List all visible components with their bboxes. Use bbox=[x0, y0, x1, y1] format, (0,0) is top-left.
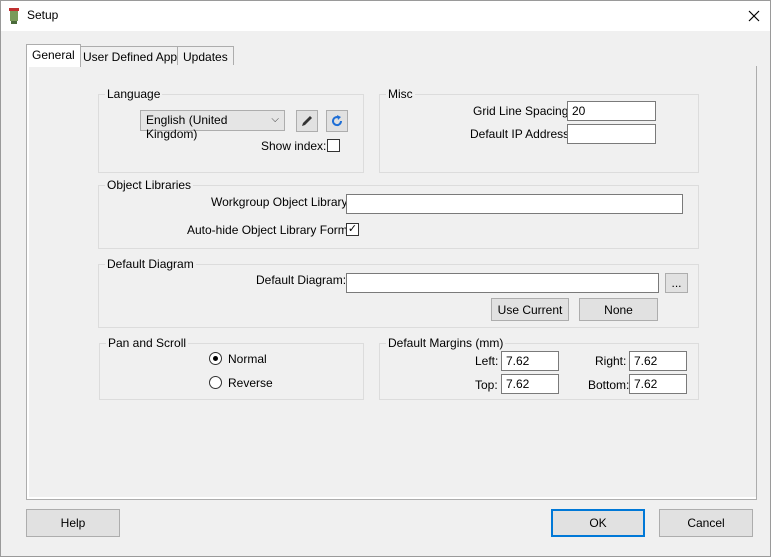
pan-scroll-group-title: Pan and Scroll bbox=[106, 336, 189, 350]
default-diagram-field[interactable] bbox=[346, 273, 659, 293]
chevron-down-icon: ⌵ bbox=[271, 114, 279, 125]
pan-normal-label: Normal bbox=[228, 352, 267, 366]
use-current-button[interactable]: Use Current bbox=[491, 298, 569, 321]
language-combo[interactable]: English (United Kingdom) ⌵ bbox=[140, 110, 285, 141]
misc-group-title: Misc bbox=[386, 87, 415, 101]
show-index-label: Show index: bbox=[261, 139, 327, 153]
default-diagram-group-title: Default Diagram bbox=[105, 257, 196, 271]
none-button[interactable]: None bbox=[579, 298, 658, 321]
margin-right-label: Right: bbox=[595, 354, 627, 368]
autohide-library-label: Auto-hide Object Library Form: bbox=[187, 223, 352, 237]
help-button[interactable]: Help bbox=[26, 509, 120, 537]
margins-group-title: Default Margins (mm) bbox=[386, 336, 506, 350]
default-ip-field[interactable] bbox=[567, 124, 656, 144]
tab-general[interactable]: General bbox=[26, 44, 81, 67]
pencil-icon bbox=[302, 116, 312, 126]
cancel-button[interactable]: Cancel bbox=[659, 509, 753, 537]
tab-updates[interactable]: Updates bbox=[177, 46, 234, 67]
window-title: Setup bbox=[27, 8, 59, 22]
ok-button[interactable]: OK bbox=[551, 509, 645, 537]
object-libraries-group-title: Object Libraries bbox=[105, 178, 194, 192]
language-group-title: Language bbox=[105, 87, 163, 101]
margin-bottom-label: Bottom: bbox=[588, 378, 630, 392]
close-button[interactable] bbox=[737, 1, 771, 31]
show-index-checkbox[interactable] bbox=[327, 139, 340, 152]
language-group: Language bbox=[98, 87, 364, 173]
close-icon bbox=[748, 10, 760, 22]
pan-normal-radio[interactable] bbox=[209, 352, 222, 365]
grid-line-spacing-field[interactable]: 20 bbox=[567, 101, 656, 121]
grid-line-spacing-label: Grid Line Spacing: bbox=[473, 104, 572, 118]
workgroup-library-label: Workgroup Object Library: bbox=[211, 195, 351, 209]
setup-window: Setup General User Defined Apps Updates … bbox=[0, 0, 771, 557]
autohide-library-checkbox[interactable]: ✓ bbox=[346, 223, 359, 236]
workgroup-library-field[interactable] bbox=[346, 194, 683, 214]
margin-right-field[interactable]: 7.62 bbox=[629, 351, 687, 371]
default-diagram-label: Default Diagram: bbox=[256, 273, 347, 287]
margin-top-label: Top: bbox=[475, 378, 498, 392]
tab-user-defined-apps[interactable]: User Defined Apps bbox=[77, 46, 190, 67]
pan-reverse-radio[interactable] bbox=[209, 376, 222, 389]
margin-bottom-field[interactable]: 7.62 bbox=[629, 374, 687, 394]
pan-reverse-label: Reverse bbox=[228, 376, 273, 390]
margin-left-label: Left: bbox=[475, 354, 499, 368]
refresh-icon bbox=[332, 115, 343, 127]
browse-diagram-button[interactable]: ... bbox=[665, 273, 688, 293]
margin-top-field[interactable]: 7.62 bbox=[501, 374, 559, 394]
title-bar: Setup bbox=[1, 1, 770, 31]
default-ip-label: Default IP Address: bbox=[470, 127, 573, 141]
edit-language-button[interactable] bbox=[296, 110, 318, 132]
refresh-language-button[interactable] bbox=[326, 110, 348, 132]
margin-left-field[interactable]: 7.62 bbox=[501, 351, 559, 371]
app-icon bbox=[9, 8, 19, 24]
